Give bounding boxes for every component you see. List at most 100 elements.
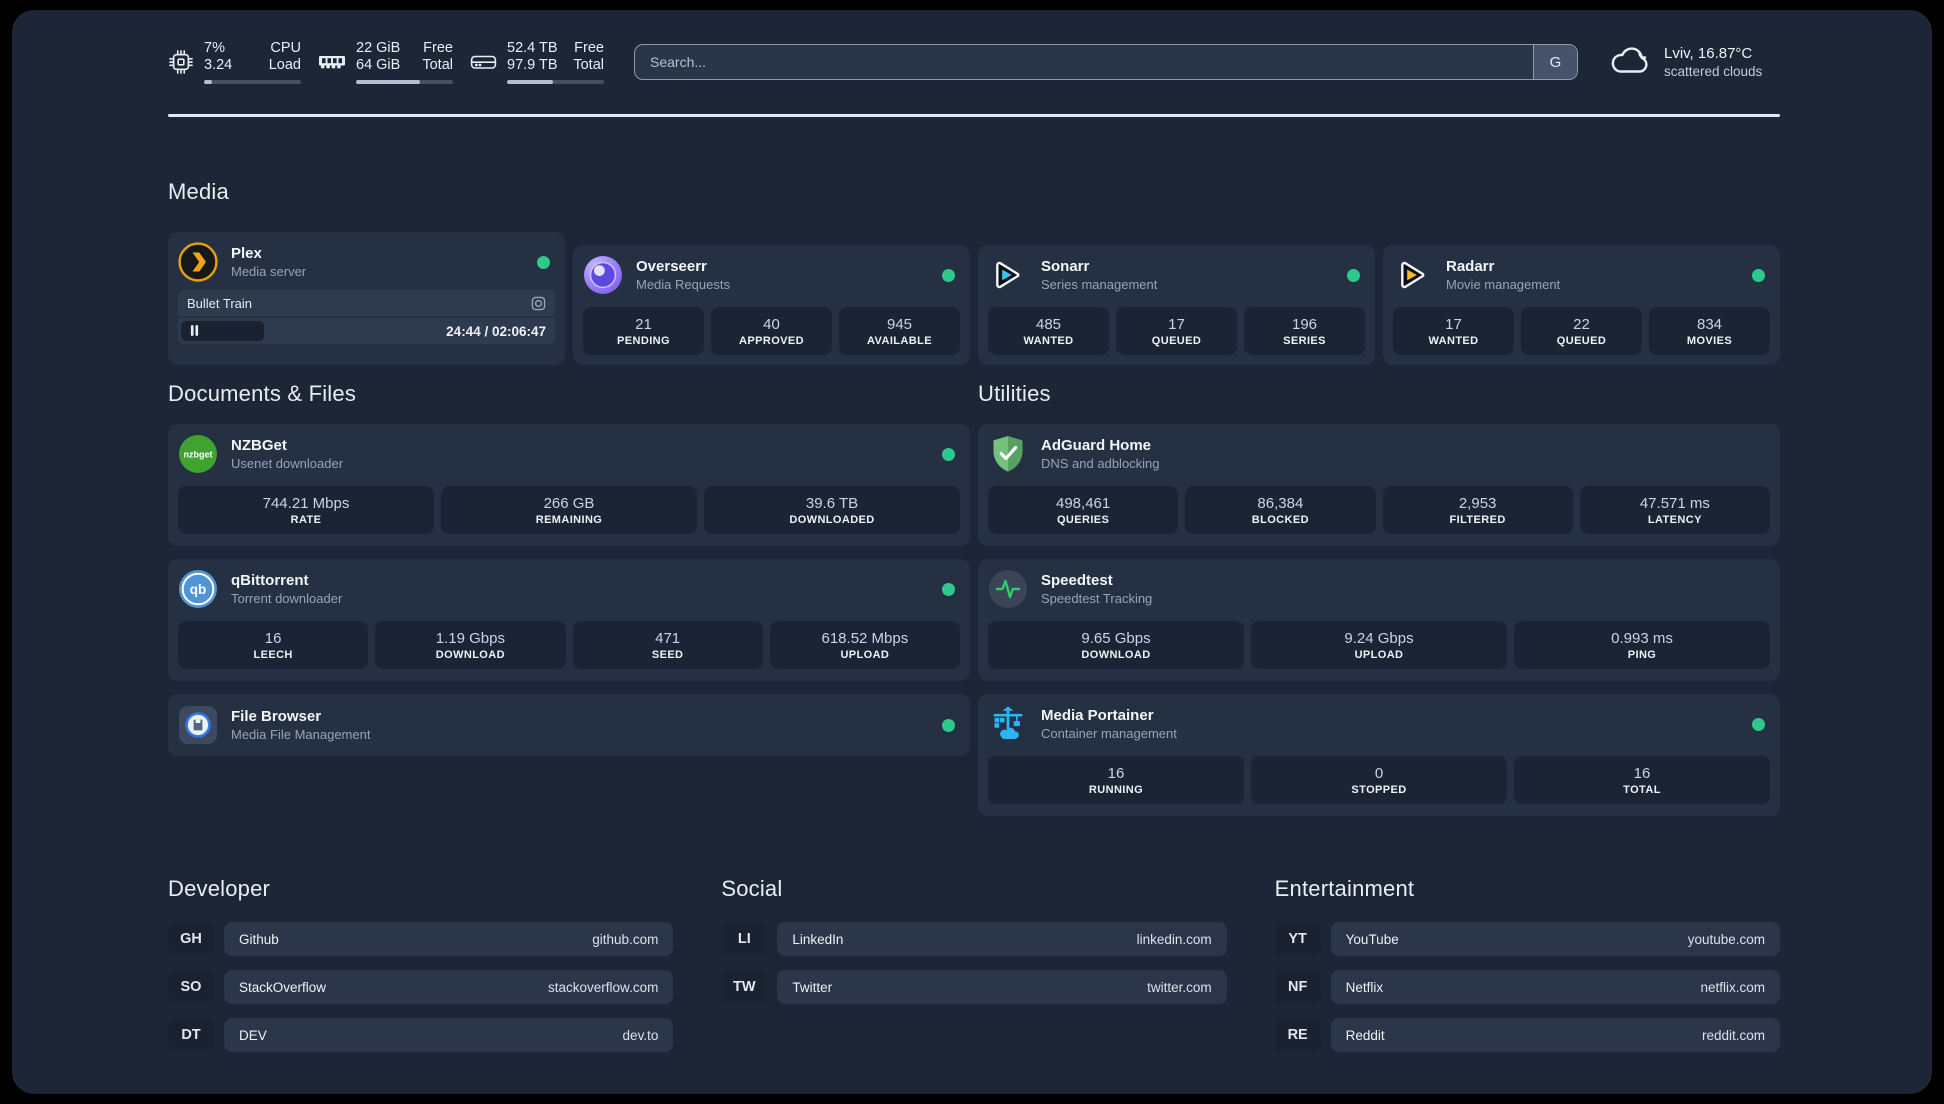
stat-box: 86,384 BLOCKED <box>1185 486 1376 534</box>
status-dot-online <box>1347 268 1360 282</box>
search-input[interactable] <box>635 45 1533 79</box>
app-card-plex[interactable]: Plex Media server Bullet Train 24:44 / 0… <box>168 232 565 365</box>
link-abbr: DT <box>168 1018 214 1052</box>
stat-box: 0.993 ms PING <box>1514 621 1770 669</box>
stat-box: 471 SEED <box>572 621 763 669</box>
search-engine-button[interactable]: G <box>1533 45 1577 79</box>
link-name: StackOverflow <box>239 979 327 995</box>
app-card-speedtest[interactable]: Speedtest Speedtest Tracking 9.65 Gbps D… <box>978 559 1780 681</box>
stat-box: 47.571 ms LATENCY <box>1579 486 1770 534</box>
app-subtitle: Media server <box>231 264 307 279</box>
link-abbr: LI <box>721 922 768 956</box>
link-name: Netflix <box>1345 979 1384 995</box>
section-title-utilities: Utilities <box>978 381 1051 406</box>
storage-values: 52.4 TB 97.9 TB <box>507 39 558 74</box>
stat-box: 16 TOTAL <box>1514 756 1770 804</box>
memory-labels: Free Total <box>422 39 453 74</box>
section-title-documents: Documents & Files <box>168 381 357 406</box>
app-card-portainer[interactable]: Media Portainer Container management 16 … <box>978 694 1780 816</box>
app-title: Plex <box>231 245 262 262</box>
dashboard-panel: 7% 3.24 CPU Load 22 GiB 64 GiB Free Tota… <box>12 10 1932 1094</box>
link-twitter[interactable]: TW Twitter twitter.com <box>721 970 1227 1004</box>
link-name: YouTube <box>1345 931 1399 947</box>
app-title: qBittorrent <box>231 572 309 589</box>
stat-box: 40 APPROVED <box>711 307 832 355</box>
adguard-icon <box>988 434 1028 474</box>
status-dot-online <box>942 718 955 732</box>
sonarr-icon <box>988 255 1028 295</box>
pause-icon[interactable] <box>190 324 199 339</box>
link-linkedin[interactable]: LI LinkedIn linkedin.com <box>721 922 1227 956</box>
stat-box: 266 GB REMAINING <box>441 486 697 534</box>
link-github[interactable]: GH Github github.com <box>168 922 674 956</box>
storage-labels: Free Total <box>573 39 604 74</box>
link-url: dev.to <box>622 1027 659 1043</box>
link-netflix[interactable]: NF Netflix netflix.com <box>1274 970 1780 1004</box>
app-title: Speedtest <box>1041 572 1113 589</box>
status-dot-online <box>942 447 955 461</box>
stat-box: 39.6 TB DOWNLOADED <box>704 486 960 534</box>
weather-location-temp: Lviv, 16.87°C <box>1664 45 1753 62</box>
link-name: Twitter <box>792 979 833 995</box>
speedtest-icon <box>988 569 1028 609</box>
playback-time: 24:44 / 02:06:47 <box>446 323 546 339</box>
status-dot-online <box>942 582 955 596</box>
cpu-metric: 7% 3.24 CPU Load <box>168 40 301 85</box>
status-dot-online <box>1752 717 1765 731</box>
weather-widget: Lviv, 16.87°C scattered clouds <box>1608 44 1780 81</box>
app-title: AdGuard Home <box>1041 437 1152 454</box>
stat-box: 498,461 QUERIES <box>988 486 1179 534</box>
stat-box: 16 LEECH <box>178 621 369 669</box>
stat-box: 9.24 Gbps UPLOAD <box>1251 621 1507 669</box>
portainer-icon <box>988 704 1028 744</box>
cloud-icon <box>1608 44 1652 81</box>
nzbget-icon: nzbget <box>178 434 218 474</box>
app-card-nzbget[interactable]: nzbget NZBGet Usenet downloader 744.21 M… <box>168 424 970 546</box>
app-title: File Browser <box>231 708 322 725</box>
stat-box: 1.19 Gbps DOWNLOAD <box>375 621 566 669</box>
app-card-filebrowser[interactable]: File Browser Media File Management <box>168 694 970 756</box>
stat-box: 17 WANTED <box>1393 307 1514 355</box>
link-abbr: YT <box>1274 922 1321 956</box>
memory-icon <box>318 49 346 75</box>
app-card-overseerr[interactable]: Overseerr Media Requests 21 PENDING 40 A… <box>573 245 970 365</box>
link-dev[interactable]: DT DEV dev.to <box>168 1018 674 1052</box>
app-title: Media Portainer <box>1041 707 1154 724</box>
qbittorrent-icon: qb <box>178 569 218 609</box>
app-subtitle: Series management <box>1041 277 1158 292</box>
storage-metric: 52.4 TB 97.9 TB Free Total <box>470 40 604 85</box>
status-dot-online <box>1752 268 1765 282</box>
link-name: DEV <box>239 1027 267 1043</box>
link-url: youtube.com <box>1687 931 1765 947</box>
app-card-qbittorrent[interactable]: qb qBittorrent Torrent downloader 16 LEE… <box>168 559 970 681</box>
link-reddit[interactable]: RE Reddit reddit.com <box>1274 1018 1780 1052</box>
header-divider <box>168 114 1780 117</box>
filebrowser-icon <box>178 705 218 745</box>
link-name: Reddit <box>1345 1027 1385 1043</box>
link-name: Github <box>239 931 279 947</box>
app-title: Radarr <box>1446 258 1495 275</box>
plex-now-playing: Bullet Train 24:44 / 02:06:47 <box>178 290 555 344</box>
app-card-adguard[interactable]: AdGuard Home DNS and adblocking 498,461 … <box>978 424 1780 546</box>
memory-progress-bar <box>356 79 453 85</box>
app-subtitle: Media File Management <box>231 727 371 742</box>
now-playing-title: Bullet Train <box>187 295 253 311</box>
video-camera-icon <box>531 296 546 311</box>
stat-box: 485 WANTED <box>988 307 1109 355</box>
memory-metric: 22 GiB 64 GiB Free Total <box>318 40 453 85</box>
link-stackoverflow[interactable]: SO StackOverflow stackoverflow.com <box>168 970 674 1004</box>
stat-box: 9.65 Gbps DOWNLOAD <box>988 621 1244 669</box>
link-abbr: SO <box>168 970 214 1004</box>
app-card-sonarr[interactable]: Sonarr Series management 485 WANTED 17 Q… <box>978 245 1375 365</box>
app-card-radarr[interactable]: Radarr Movie management 17 WANTED 22 QUE… <box>1383 245 1780 365</box>
app-subtitle: Usenet downloader <box>231 456 344 471</box>
link-name: LinkedIn <box>792 931 844 947</box>
stat-box: 834 MOVIES <box>1649 307 1770 355</box>
link-url: linkedin.com <box>1136 931 1212 947</box>
link-youtube[interactable]: YT YouTube youtube.com <box>1274 922 1780 956</box>
memory-values: 22 GiB 64 GiB <box>356 39 401 74</box>
svg-text:qb: qb <box>190 582 207 597</box>
link-url: twitter.com <box>1147 979 1212 995</box>
top-bar: 7% 3.24 CPU Load 22 GiB 64 GiB Free Tota… <box>168 34 1780 90</box>
section-title-media: Media <box>168 179 229 204</box>
